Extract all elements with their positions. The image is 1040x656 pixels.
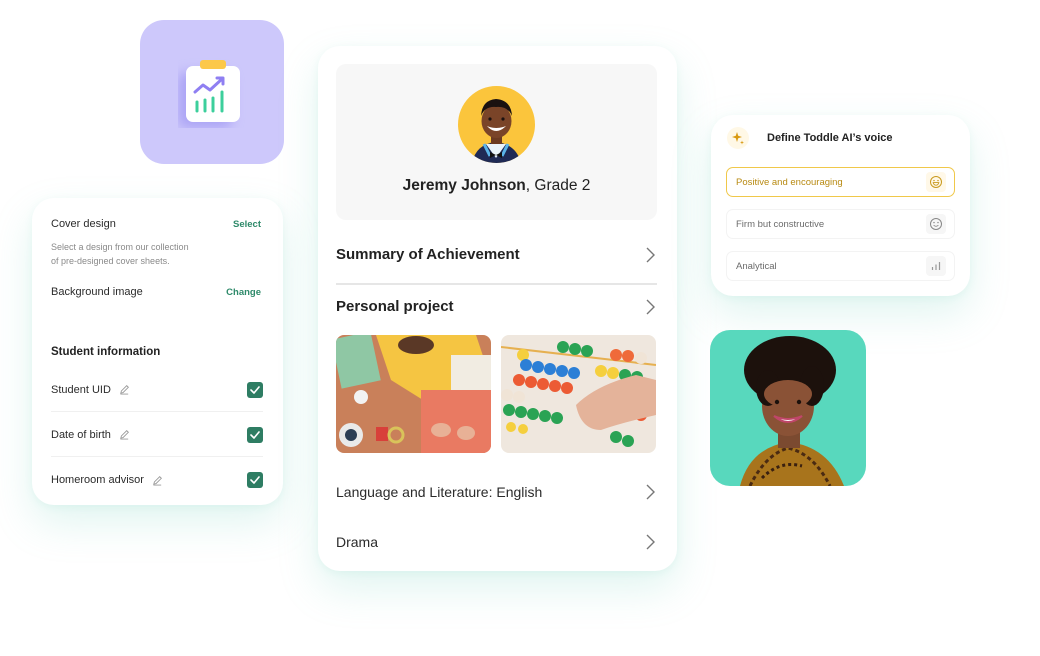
field-row-homeroom-advisor: Homeroom advisor xyxy=(51,458,263,502)
section-label: Language and Literature: English xyxy=(336,484,543,500)
section-summary-of-achievement[interactable]: Summary of Achievement xyxy=(336,246,655,263)
option-label: Firm but constructive xyxy=(736,218,825,230)
select-cover-button[interactable]: Select xyxy=(233,219,261,230)
check-icon xyxy=(250,476,260,484)
voice-option-firm[interactable]: Firm but constructive xyxy=(726,209,955,239)
student-grade: , Grade 2 xyxy=(525,177,591,194)
pencil-icon[interactable] xyxy=(152,475,163,486)
teacher-photo-tile xyxy=(710,330,866,486)
student-avatar xyxy=(458,86,535,163)
chevron-right-icon xyxy=(646,247,655,262)
project-photo-craft[interactable] xyxy=(336,335,491,453)
field-label: Date of birth xyxy=(51,428,111,441)
grin-face-icon xyxy=(926,172,946,192)
section-label: Drama xyxy=(336,534,379,550)
smile-face-icon xyxy=(926,214,946,234)
ai-voice-card: Define Toddle AI’s voice Positive and en… xyxy=(711,115,970,296)
section-divider xyxy=(336,283,657,285)
craft-photo xyxy=(336,335,491,453)
voice-option-positive[interactable]: Positive and encouraging xyxy=(726,167,955,197)
cover-settings-card: Cover design Select Select a design from… xyxy=(32,198,283,505)
student-photo xyxy=(472,99,521,163)
sparkle-icon xyxy=(727,127,749,149)
voice-card-title: Define Toddle AI’s voice xyxy=(767,132,893,144)
check-icon xyxy=(250,430,260,439)
background-image-label: Background image xyxy=(51,286,143,298)
chevron-right-icon xyxy=(646,299,655,314)
student-profile: Jeremy Johnson, Grade 2 xyxy=(336,64,657,220)
project-photo-abacus[interactable] xyxy=(501,335,656,453)
field-row-student-uid: Student UID xyxy=(51,368,263,412)
pencil-icon[interactable] xyxy=(119,384,130,395)
bar-chart-icon xyxy=(926,256,946,276)
section-label: Summary of Achievement xyxy=(336,246,520,263)
voice-option-analytical[interactable]: Analytical xyxy=(726,251,955,281)
student-uid-checkbox[interactable] xyxy=(247,381,263,398)
student-name-line: Jeremy Johnson, Grade 2 xyxy=(336,177,657,195)
section-drama[interactable]: Drama xyxy=(336,534,655,550)
option-label: Analytical xyxy=(736,260,777,272)
field-label: Homeroom advisor xyxy=(51,474,144,486)
section-label: Personal project xyxy=(336,298,454,315)
cover-design-description: Select a design from our collection of p… xyxy=(51,242,189,266)
homeroom-advisor-checkbox[interactable] xyxy=(247,472,263,488)
change-background-button[interactable]: Change xyxy=(226,287,261,298)
student-name: Jeremy Johnson xyxy=(402,177,526,194)
background-image-row: Background image Change xyxy=(51,286,261,298)
check-icon xyxy=(250,385,260,394)
cover-design-label: Cover design xyxy=(51,218,116,230)
student-report-card: Jeremy Johnson, Grade 2 Summary of Achie… xyxy=(318,46,677,571)
cover-design-row: Cover design Select xyxy=(51,218,261,230)
pencil-icon[interactable] xyxy=(119,429,130,440)
field-label: Student UID xyxy=(51,383,111,396)
chevron-right-icon xyxy=(646,534,655,550)
report-icon-tile xyxy=(140,20,284,164)
abacus-photo xyxy=(501,335,656,453)
teacher-photo xyxy=(740,336,844,486)
section-language-and-literature[interactable]: Language and Literature: English xyxy=(336,484,655,500)
option-label: Positive and encouraging xyxy=(736,176,843,188)
field-row-date-of-birth: Date of birth xyxy=(51,413,263,457)
clipboard-chart-icon xyxy=(178,60,240,128)
voice-card-header: Define Toddle AI’s voice xyxy=(727,127,893,149)
date-of-birth-checkbox[interactable] xyxy=(247,426,263,443)
student-information-title: Student information xyxy=(51,346,161,358)
chevron-right-icon xyxy=(646,484,655,500)
section-personal-project[interactable]: Personal project xyxy=(336,298,655,315)
